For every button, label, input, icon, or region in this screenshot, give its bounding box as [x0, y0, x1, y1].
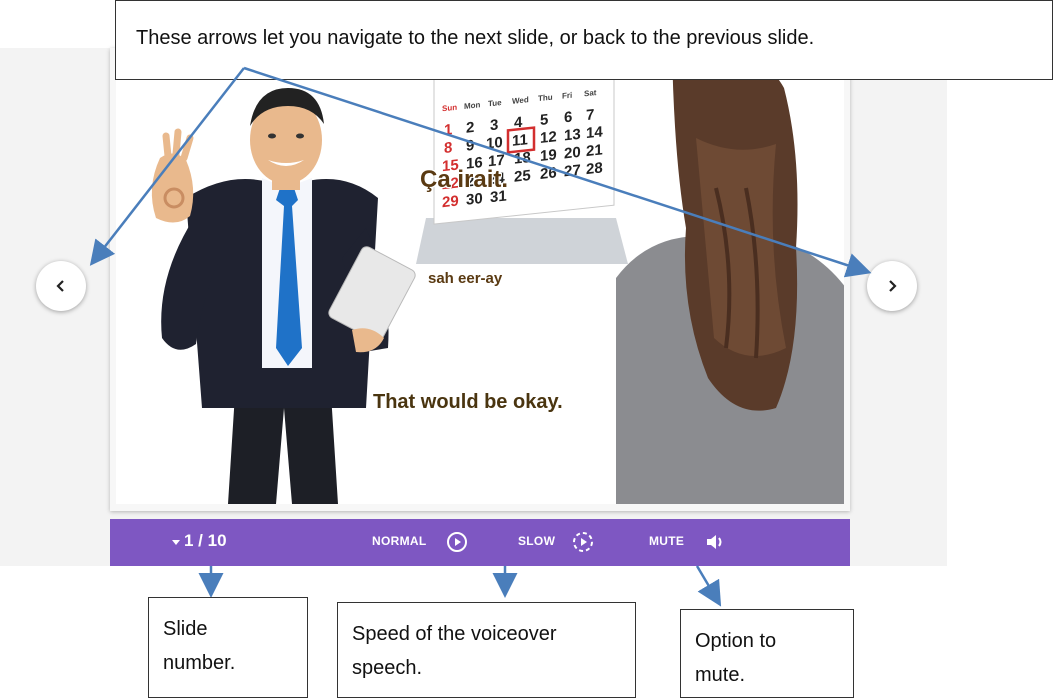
- previous-slide-button[interactable]: [36, 261, 86, 311]
- next-slide-button[interactable]: [867, 261, 917, 311]
- speaker-icon: [707, 535, 722, 549]
- slow-play-icon: [573, 532, 593, 552]
- svg-text:12: 12: [540, 128, 557, 147]
- speed-callout-text: Speed of the voiceover speech.: [352, 623, 557, 679]
- svg-text:Sat: Sat: [584, 88, 597, 98]
- svg-text:Thu: Thu: [538, 93, 553, 104]
- normal-speed-label: NORMAL: [372, 534, 427, 548]
- svg-text:3: 3: [490, 116, 498, 134]
- mute-callout-text: Option to mute.: [695, 630, 777, 686]
- svg-text:14: 14: [586, 123, 603, 142]
- svg-text:19: 19: [540, 146, 557, 165]
- svg-text:6: 6: [564, 109, 572, 127]
- svg-text:Sun: Sun: [442, 103, 457, 114]
- normal-speed-button[interactable]: NORMAL: [372, 519, 482, 566]
- arrows-annotation-text: These arrows let you navigate to the nex…: [136, 27, 815, 49]
- play-circle-icon: [447, 532, 467, 552]
- svg-text:Wed: Wed: [512, 95, 529, 106]
- svg-text:21: 21: [586, 141, 603, 160]
- man-presenter-image: [151, 88, 416, 504]
- translation-text: That would be okay.: [373, 391, 563, 413]
- mute-button[interactable]: MUTE: [649, 519, 739, 566]
- arrows-annotation-callout: These arrows let you navigate to the nex…: [115, 0, 1053, 80]
- playback-control-bar: 1 / 10 NORMAL SLOW MUTE: [110, 519, 850, 566]
- slide-number-callout: Slide number.: [148, 597, 308, 698]
- slow-speed-label: SLOW: [518, 534, 556, 548]
- pronunciation-text: sah eer-ay: [428, 270, 503, 287]
- svg-text:Fri: Fri: [562, 91, 572, 101]
- chevron-right-icon: [889, 280, 897, 292]
- svg-text:9: 9: [466, 137, 474, 155]
- mute-callout: Option to mute.: [680, 609, 854, 698]
- svg-text:25: 25: [514, 167, 531, 186]
- woman-back-image: [616, 48, 844, 504]
- svg-text:7: 7: [586, 106, 594, 124]
- chevron-left-icon: [56, 280, 64, 292]
- svg-text:13: 13: [564, 126, 581, 145]
- dropdown-caret-icon[interactable]: [172, 540, 180, 545]
- svg-text:5: 5: [540, 111, 548, 129]
- svg-text:20: 20: [564, 144, 581, 163]
- slide-number-callout-text: Slide number.: [163, 618, 236, 674]
- speed-callout: Speed of the voiceover speech.: [337, 602, 636, 698]
- svg-text:27: 27: [564, 162, 581, 181]
- svg-text:1: 1: [444, 121, 452, 139]
- svg-text:26: 26: [540, 164, 557, 183]
- svg-text:8: 8: [444, 139, 452, 157]
- french-phrase: Ça irait.: [420, 166, 509, 193]
- svg-text:28: 28: [586, 159, 603, 178]
- slide-content: Sun Mon Tue Wed Thu Fri Sat 1234567 8 9 10 11 12 1…: [116, 48, 844, 504]
- svg-text:Tue: Tue: [488, 98, 502, 108]
- svg-text:2: 2: [466, 119, 474, 137]
- mute-label: MUTE: [649, 534, 685, 548]
- slide-number-indicator[interactable]: 1 / 10: [184, 531, 227, 551]
- svg-text:11: 11: [512, 131, 528, 150]
- slow-speed-button[interactable]: SLOW: [518, 519, 608, 566]
- svg-text:Mon: Mon: [464, 100, 481, 111]
- svg-text:29: 29: [442, 193, 459, 212]
- slide-card: Sun Mon Tue Wed Thu Fri Sat 1234567 8 9 10 11 12 1…: [110, 48, 850, 511]
- svg-text:10: 10: [486, 134, 503, 153]
- arrow-to-mute: [695, 565, 722, 607]
